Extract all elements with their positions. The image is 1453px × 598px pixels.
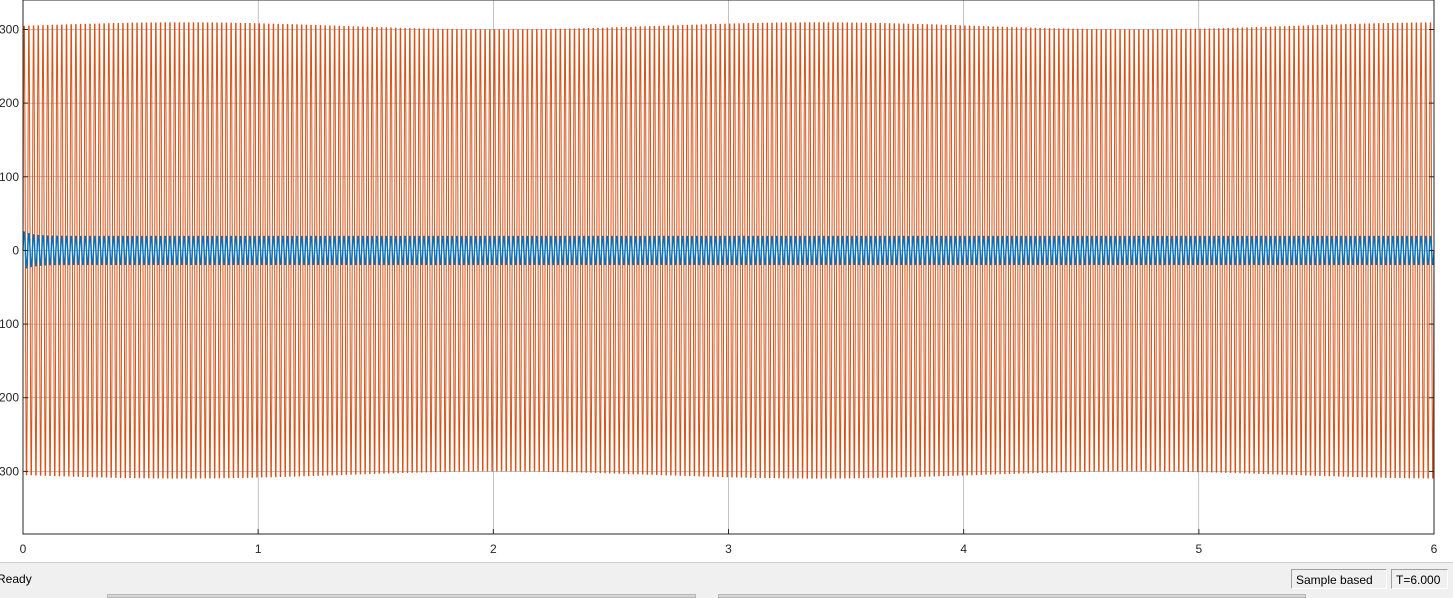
y-tick-label: 100 — [0, 170, 19, 184]
y-tick-label: 100 — [0, 317, 19, 331]
x-tick-label: 0 — [20, 542, 27, 556]
scope-plot[interactable]: 0 1 2 3 4 5 6 300 200 100 0 100 200 300 — [0, 0, 1453, 562]
x-tick-label: 2 — [490, 542, 497, 556]
x-tick-label: 1 — [255, 542, 262, 556]
status-scrollbar-right[interactable] — [718, 594, 1306, 598]
y-tick-label: 300 — [0, 464, 19, 478]
status-bar: Ready Sample based T=6.000 — [0, 562, 1453, 598]
x-tick-label: 5 — [1195, 542, 1202, 556]
x-tick-label: 3 — [725, 542, 732, 556]
status-text: Ready — [0, 572, 32, 586]
simulation-time-field: T=6.000 — [1391, 569, 1448, 589]
sample-mode-field: Sample based — [1291, 569, 1387, 589]
x-tick-label: 4 — [960, 542, 967, 556]
status-scrollbar-left[interactable] — [107, 594, 696, 598]
scope-window: 0 1 2 3 4 5 6 300 200 100 0 100 200 300 Ready Sample … — [0, 0, 1453, 598]
y-tick-label: 200 — [0, 96, 19, 110]
y-tick-label: 300 — [0, 22, 19, 36]
x-tick-label: 6 — [1431, 542, 1438, 556]
y-tick-label: 0 — [12, 243, 19, 257]
y-tick-label: 200 — [0, 391, 19, 405]
